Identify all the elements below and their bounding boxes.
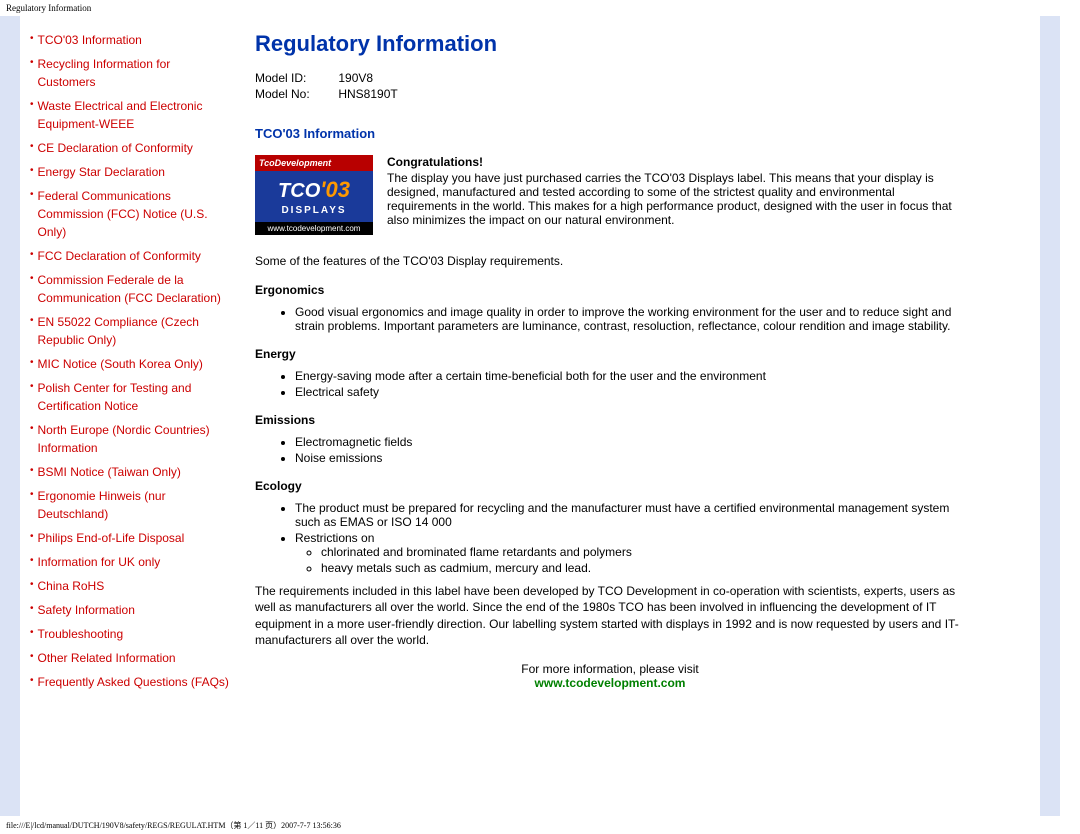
bullet-icon: • bbox=[30, 139, 34, 157]
sidebar-link[interactable]: •Commission Federale de la Communication… bbox=[30, 271, 230, 307]
page-layout: •TCO'03 Information •Recycling Informati… bbox=[0, 16, 1080, 816]
more-info-block: For more information, please visit www.t… bbox=[255, 662, 965, 690]
list-item: Good visual ergonomics and image quality… bbox=[295, 305, 965, 333]
bullet-icon: • bbox=[30, 553, 34, 571]
sidebar-link[interactable]: •Other Related Information bbox=[30, 649, 230, 667]
congrats-text: The display you have just purchased carr… bbox=[387, 171, 965, 227]
bullet-icon: • bbox=[30, 487, 34, 523]
sidebar-link[interactable]: •Recycling Information for Customers bbox=[30, 55, 230, 91]
emissions-list: Electromagnetic fields Noise emissions bbox=[295, 435, 965, 465]
bullet-icon: • bbox=[30, 271, 34, 307]
energy-heading: Energy bbox=[255, 347, 965, 361]
header-path: Regulatory Information bbox=[0, 0, 1080, 16]
sidebar-link[interactable]: •Ergonomie Hinweis (nur Deutschland) bbox=[30, 487, 230, 523]
bullet-icon: • bbox=[30, 379, 34, 415]
sidebar-link[interactable]: •TCO'03 Information bbox=[30, 31, 230, 49]
tco-logo-year: '03 bbox=[320, 177, 350, 202]
bullet-icon: • bbox=[30, 247, 34, 265]
sidebar-link[interactable]: •China RoHS bbox=[30, 577, 230, 595]
model-id-value: 190V8 bbox=[338, 71, 373, 85]
emissions-heading: Emissions bbox=[255, 413, 965, 427]
sidebar-link[interactable]: •Troubleshooting bbox=[30, 625, 230, 643]
sidebar-link[interactable]: •FCC Declaration of Conformity bbox=[30, 247, 230, 265]
tco-website-link[interactable]: www.tcodevelopment.com bbox=[535, 676, 686, 690]
sidebar-link[interactable]: •MIC Notice (South Korea Only) bbox=[30, 355, 230, 373]
bullet-icon: • bbox=[30, 355, 34, 373]
congrats-heading: Congratulations! bbox=[387, 155, 965, 169]
bullet-icon: • bbox=[30, 577, 34, 595]
model-no-row: Model No: HNS8190T bbox=[255, 87, 965, 101]
tco-logo-mid: TCO'03 DISPLAYS bbox=[255, 171, 373, 222]
sidebar-link[interactable]: •Waste Electrical and Electronic Equipme… bbox=[30, 97, 230, 133]
features-intro: Some of the features of the TCO'03 Displ… bbox=[255, 253, 965, 269]
sidebar-link[interactable]: •Philips End-of-Life Disposal bbox=[30, 529, 230, 547]
more-info-text: For more information, please visit bbox=[521, 662, 698, 676]
list-item: heavy metals such as cadmium, mercury an… bbox=[321, 561, 965, 575]
list-item: Restrictions on chlorinated and brominat… bbox=[295, 531, 965, 575]
sidebar-link[interactable]: •North Europe (Nordic Countries) Informa… bbox=[30, 421, 230, 457]
ergonomics-list: Good visual ergonomics and image quality… bbox=[295, 305, 965, 333]
sidebar-link[interactable]: •Frequently Asked Questions (FAQs) bbox=[30, 673, 230, 691]
bullet-icon: • bbox=[30, 187, 34, 241]
bullet-icon: • bbox=[30, 97, 34, 133]
sidebar-link[interactable]: •Federal Communications Commission (FCC)… bbox=[30, 187, 230, 241]
bullet-icon: • bbox=[30, 313, 34, 349]
sidebar-link[interactable]: •CE Declaration of Conformity bbox=[30, 139, 230, 157]
tco-heading: TCO'03 Information bbox=[255, 126, 965, 141]
list-item: Noise emissions bbox=[295, 451, 965, 465]
list-item: Electrical safety bbox=[295, 385, 965, 399]
model-id-row: Model ID: 190V8 bbox=[255, 71, 965, 85]
sidebar-link[interactable]: •Polish Center for Testing and Certifica… bbox=[30, 379, 230, 415]
list-item: Energy-saving mode after a certain time-… bbox=[295, 369, 965, 383]
ecology-heading: Ecology bbox=[255, 479, 965, 493]
right-accent-bar bbox=[1040, 16, 1060, 816]
bullet-icon: • bbox=[30, 625, 34, 643]
tco-row: TcoDevelopment TCO'03 DISPLAYS www.tcode… bbox=[255, 155, 965, 235]
tco-logo: TcoDevelopment TCO'03 DISPLAYS www.tcode… bbox=[255, 155, 373, 235]
tco-logo-displays: DISPLAYS bbox=[259, 205, 369, 216]
tco-logo-text: TCO bbox=[278, 180, 320, 202]
bullet-icon: • bbox=[30, 601, 34, 619]
sidebar-link[interactable]: •Information for UK only bbox=[30, 553, 230, 571]
page-title: Regulatory Information bbox=[255, 31, 965, 57]
ecology-sublist: chlorinated and brominated flame retarda… bbox=[321, 545, 965, 575]
bullet-icon: • bbox=[30, 31, 34, 49]
bullet-icon: • bbox=[30, 163, 34, 181]
list-item: chlorinated and brominated flame retarda… bbox=[321, 545, 965, 559]
bullet-icon: • bbox=[30, 421, 34, 457]
sidebar-nav: •TCO'03 Information •Recycling Informati… bbox=[20, 16, 235, 816]
list-item: Electromagnetic fields bbox=[295, 435, 965, 449]
sidebar-link[interactable]: •Safety Information bbox=[30, 601, 230, 619]
sidebar-link[interactable]: •EN 55022 Compliance (Czech Republic Onl… bbox=[30, 313, 230, 349]
sidebar-link[interactable]: •Energy Star Declaration bbox=[30, 163, 230, 181]
list-item: The product must be prepared for recycli… bbox=[295, 501, 965, 529]
bullet-icon: • bbox=[30, 649, 34, 667]
bullet-icon: • bbox=[30, 529, 34, 547]
congrats-block: Congratulations! The display you have ju… bbox=[387, 155, 965, 235]
left-accent-bar bbox=[0, 16, 20, 816]
energy-list: Energy-saving mode after a certain time-… bbox=[295, 369, 965, 399]
model-id-label: Model ID: bbox=[255, 71, 335, 85]
ergonomics-heading: Ergonomics bbox=[255, 283, 965, 297]
main-content: Regulatory Information Model ID: 190V8 M… bbox=[235, 16, 1015, 816]
model-no-value: HNS8190T bbox=[338, 87, 397, 101]
sidebar-link[interactable]: •BSMI Notice (Taiwan Only) bbox=[30, 463, 230, 481]
footer-path: file:///E|/lcd/manual/DUTCH/190V8/safety… bbox=[6, 820, 341, 831]
bullet-icon: • bbox=[30, 463, 34, 481]
bullet-icon: • bbox=[30, 673, 34, 691]
closing-paragraph: The requirements included in this label … bbox=[255, 583, 965, 648]
bullet-icon: • bbox=[30, 55, 34, 91]
tco-logo-footer: www.tcodevelopment.com bbox=[255, 222, 373, 235]
tco-logo-banner: TcoDevelopment bbox=[255, 155, 373, 171]
ecology-list: The product must be prepared for recycli… bbox=[295, 501, 965, 575]
model-no-label: Model No: bbox=[255, 87, 335, 101]
